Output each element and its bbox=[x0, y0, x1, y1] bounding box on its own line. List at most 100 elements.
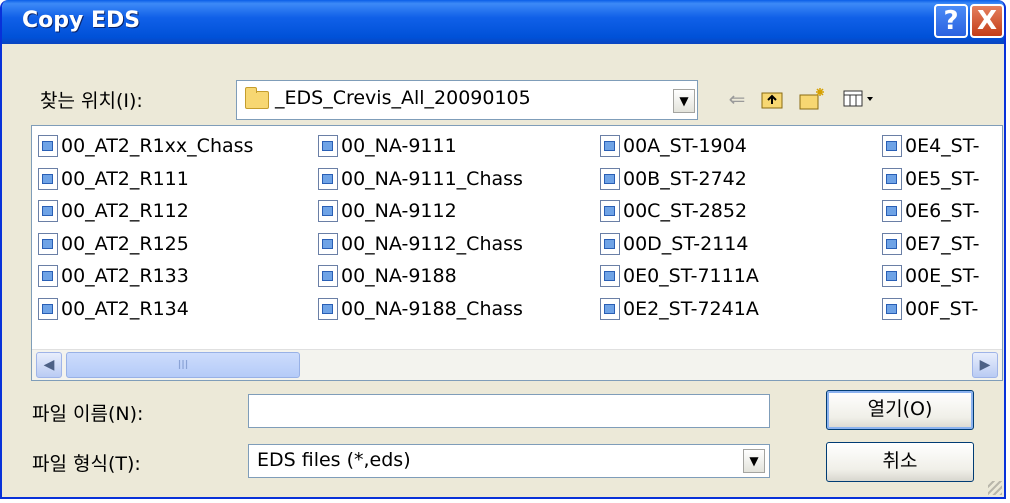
file-item[interactable]: 00_NA-9112_Chass bbox=[318, 230, 523, 258]
file-icon bbox=[600, 167, 620, 190]
file-item[interactable]: 00F_ST- bbox=[882, 295, 978, 323]
location-value: _EDS_Crevis_All_20090105 bbox=[275, 87, 531, 109]
new-folder-icon[interactable] bbox=[798, 86, 824, 112]
file-item[interactable]: 00_NA-9111_Chass bbox=[318, 165, 523, 193]
file-icon bbox=[318, 297, 338, 320]
file-icon bbox=[600, 200, 620, 222]
file-item[interactable]: 00C_ST-2852 bbox=[600, 197, 747, 225]
file-icon bbox=[600, 265, 620, 287]
resize-grip[interactable] bbox=[988, 481, 1002, 495]
up-folder-icon[interactable] bbox=[760, 86, 786, 112]
file-name: 0E2_ST-7241A bbox=[623, 297, 759, 320]
title-bar: Copy EDS ? X bbox=[2, 0, 1004, 44]
file-name: 00_AT2_R125 bbox=[61, 232, 189, 255]
file-item[interactable]: 00_AT2_R112 bbox=[38, 197, 189, 225]
scroll-left-icon[interactable]: ◀ bbox=[36, 352, 62, 378]
file-name: 00_NA-9112_Chass bbox=[341, 232, 523, 255]
file-item[interactable]: 00_AT2_R111 bbox=[38, 165, 189, 193]
file-icon bbox=[882, 232, 902, 255]
file-item[interactable]: 00_AT2_R125 bbox=[38, 230, 189, 258]
filetype-label: 파일 형식(T): bbox=[32, 453, 141, 475]
filename-label: 파일 이름(N): bbox=[32, 403, 144, 425]
file-item[interactable]: 0E4_ST- bbox=[882, 132, 979, 160]
file-name: 00A_ST-1904 bbox=[623, 135, 747, 157]
folder-icon bbox=[245, 87, 269, 109]
file-list[interactable]: 00_AT2_R1xx_Chass 00_NA-9111 00A_ST-1904 0E… bbox=[31, 125, 1003, 381]
window-title: Copy EDS bbox=[22, 8, 141, 33]
file-icon bbox=[318, 167, 338, 190]
file-icon bbox=[600, 297, 620, 320]
file-item[interactable]: 0E2_ST-7241A bbox=[600, 295, 759, 323]
location-dropdown-arrow-icon[interactable]: ▼ bbox=[673, 89, 695, 113]
file-name: 00_NA-9188 bbox=[341, 265, 457, 287]
file-icon bbox=[882, 297, 902, 320]
cancel-button[interactable]: 취소 bbox=[826, 442, 974, 482]
file-item[interactable]: 00_NA-9111 bbox=[318, 132, 457, 160]
file-name: 0E5_ST- bbox=[905, 167, 980, 190]
file-name: 00_AT2_R133 bbox=[61, 265, 189, 287]
file-icon bbox=[882, 265, 902, 287]
file-name: 0E6_ST- bbox=[905, 200, 980, 222]
file-name: 0E4_ST- bbox=[905, 135, 980, 157]
file-item[interactable]: 00_NA-9112 bbox=[318, 197, 457, 225]
file-name: 00B_ST-2742 bbox=[623, 167, 747, 190]
file-item[interactable]: 00_AT2_R133 bbox=[38, 262, 189, 290]
file-item[interactable]: 00_NA-9188_Chass bbox=[318, 295, 523, 323]
file-item[interactable]: 00A_ST-1904 bbox=[600, 132, 747, 160]
filename-input[interactable] bbox=[248, 394, 770, 428]
file-icon bbox=[882, 200, 902, 222]
file-name: 00E_ST- bbox=[905, 265, 980, 287]
file-name: 00_NA-9112 bbox=[341, 200, 457, 222]
file-icon bbox=[318, 200, 338, 222]
file-name: 00_AT2_R112 bbox=[61, 200, 189, 222]
file-icon bbox=[38, 135, 58, 157]
file-name: 0E7_ST- bbox=[905, 232, 980, 255]
file-name: 00D_ST-2114 bbox=[623, 232, 749, 255]
horizontal-scrollbar[interactable]: ◀ III ▶ bbox=[32, 349, 1002, 380]
file-item[interactable]: 0E6_ST- bbox=[882, 197, 979, 225]
file-icon bbox=[38, 232, 58, 255]
file-name: 00F_ST- bbox=[905, 297, 979, 320]
file-item[interactable]: 0E0_ST-7111A bbox=[600, 262, 759, 290]
scroll-thumb[interactable]: III bbox=[66, 352, 300, 378]
file-icon bbox=[882, 135, 902, 157]
file-icon bbox=[318, 265, 338, 287]
file-item[interactable]: 00_NA-9188 bbox=[318, 262, 457, 290]
file-icon bbox=[38, 297, 58, 320]
file-item[interactable]: 00D_ST-2114 bbox=[600, 230, 748, 258]
file-name: 00_AT2_R134 bbox=[61, 297, 189, 320]
file-icon bbox=[600, 232, 620, 255]
file-item[interactable]: 00_AT2_R1xx_Chass bbox=[38, 132, 253, 160]
file-name: 00_AT2_R111 bbox=[61, 167, 189, 190]
location-label: 찾는 위치(I): bbox=[40, 90, 143, 112]
scroll-right-icon[interactable]: ▶ bbox=[972, 352, 998, 378]
filetype-combo[interactable]: EDS files (*,eds) ▼ bbox=[248, 444, 770, 478]
filetype-dropdown-arrow-icon[interactable]: ▼ bbox=[743, 449, 765, 473]
file-name: 0E0_ST-7111A bbox=[623, 265, 759, 287]
file-item[interactable]: 00B_ST-2742 bbox=[600, 165, 747, 193]
filetype-value: EDS files (*,eds) bbox=[257, 449, 411, 471]
file-icon bbox=[318, 135, 338, 157]
file-item[interactable]: 0E5_ST- bbox=[882, 165, 979, 193]
file-icon bbox=[38, 167, 58, 190]
file-item[interactable]: 00_AT2_R134 bbox=[38, 295, 189, 323]
file-name: 00_AT2_R1xx_Chass bbox=[61, 135, 254, 157]
file-icon bbox=[38, 265, 58, 287]
file-icon bbox=[318, 232, 338, 255]
view-menu-icon[interactable] bbox=[840, 86, 880, 112]
location-combo[interactable]: _EDS_Crevis_All_20090105 ▼ bbox=[236, 80, 698, 120]
file-name: 00_NA-9111 bbox=[341, 135, 457, 157]
back-arrow-icon[interactable]: ⇐ bbox=[724, 86, 750, 112]
file-item[interactable]: 0E7_ST- bbox=[882, 230, 979, 258]
file-icon bbox=[600, 135, 620, 157]
file-item[interactable]: 00E_ST- bbox=[882, 262, 979, 290]
help-button[interactable]: ? bbox=[934, 4, 968, 38]
close-button[interactable]: X bbox=[970, 4, 1004, 38]
file-icon bbox=[882, 167, 902, 190]
open-button[interactable]: 열기(O) bbox=[826, 390, 974, 430]
file-name: 00C_ST-2852 bbox=[623, 200, 748, 222]
file-icon bbox=[38, 200, 58, 222]
file-name: 00_NA-9111_Chass bbox=[341, 167, 523, 190]
file-name: 00_NA-9188_Chass bbox=[341, 297, 523, 320]
copy-eds-dialog: Copy EDS ? X 찾는 위치(I): _EDS_Crevis_All_2… bbox=[0, 0, 1006, 499]
